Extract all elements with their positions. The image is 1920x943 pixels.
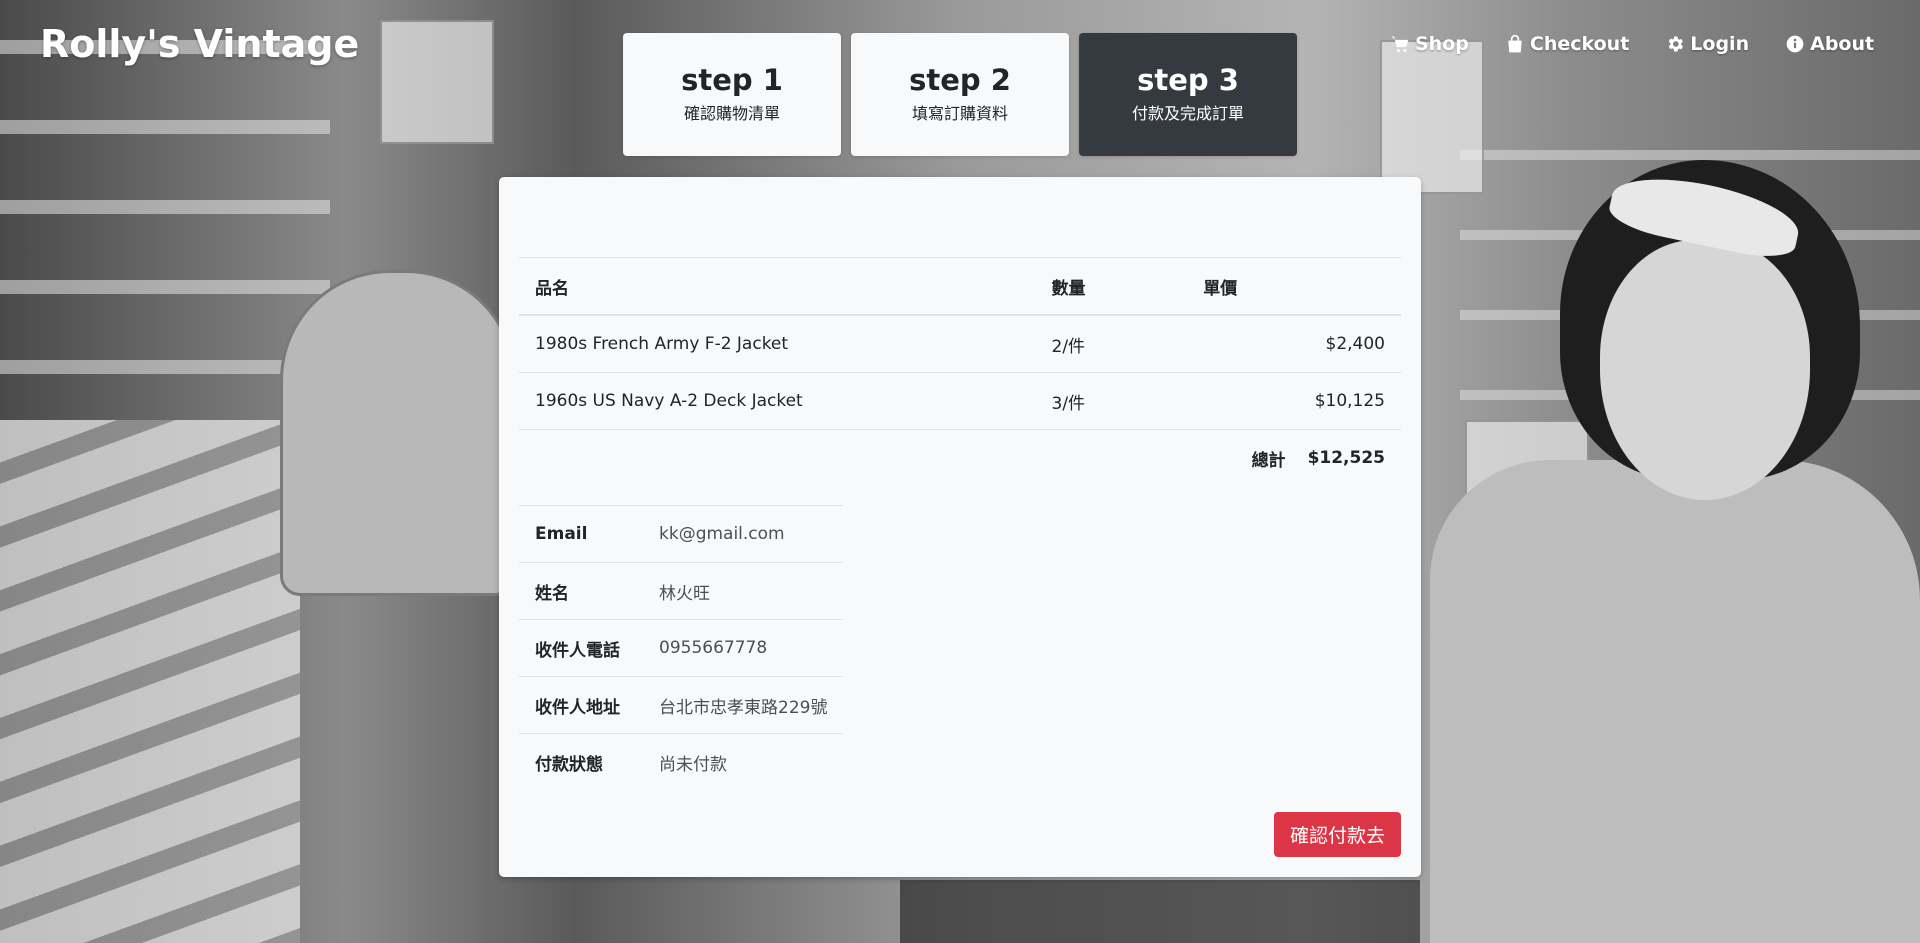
item-qty: 3/件	[1035, 372, 1188, 430]
step-title: step 1	[681, 62, 783, 97]
info-row-address: 收件人地址 台北市忠孝東路229號	[519, 676, 844, 734]
nav-about-label: About	[1810, 33, 1875, 55]
step-title: step 2	[909, 62, 1011, 97]
nav-checkout-label: Checkout	[1529, 33, 1630, 55]
step-subtitle: 付款及完成訂單	[1131, 104, 1244, 124]
nav-about[interactable]: About	[1785, 33, 1874, 55]
item-unit-blank	[1187, 372, 1292, 430]
info-value: 尚未付款	[643, 733, 844, 790]
item-price: $2,400	[1291, 314, 1401, 373]
nav-login-label: Login	[1690, 33, 1750, 55]
header-name: 品名	[519, 257, 1036, 316]
info-label: 付款狀態	[519, 733, 643, 790]
bag-icon	[1508, 34, 1522, 53]
total-label: 總計	[1035, 429, 1292, 486]
step-subtitle: 確認購物清單	[683, 104, 780, 124]
header-blank	[1291, 257, 1401, 316]
total-amount: $12,525	[1291, 429, 1401, 486]
info-icon	[1786, 35, 1804, 53]
nav-login[interactable]: Login	[1665, 33, 1749, 55]
info-value: 台北市忠孝東路229號	[643, 676, 844, 734]
table-header-row: 品名 數量 單價	[519, 257, 1401, 316]
step-3-active: step 3 付款及完成訂單	[1079, 33, 1297, 156]
checkout-steps: step 1 確認購物清單 step 2 填寫訂購資料 step 3 付款及完成…	[623, 33, 1297, 156]
item-unit-blank	[1187, 314, 1292, 373]
brand-logo[interactable]: Rolly's Vintage	[40, 22, 359, 66]
nav-shop[interactable]: Shop	[1390, 33, 1469, 55]
info-label: 收件人電話	[519, 619, 643, 677]
info-label: 收件人地址	[519, 676, 643, 734]
info-row-payment-status: 付款狀態 尚未付款	[519, 733, 844, 790]
confirm-payment-button[interactable]: 確認付款去	[1273, 812, 1401, 857]
table-row: 1980s French Army F-2 Jacket 2/件 $2,400	[519, 314, 1401, 373]
step-2: step 2 填寫訂購資料	[851, 33, 1069, 156]
total-row: 總計 $12,525	[519, 429, 1401, 486]
nav-checkout[interactable]: Checkout	[1505, 33, 1629, 55]
info-label: 姓名	[519, 562, 643, 620]
info-row-name: 姓名 林火旺	[519, 562, 844, 620]
item-name: 1980s French Army F-2 Jacket	[519, 314, 1036, 373]
step-1: step 1 確認購物清單	[623, 33, 841, 156]
header-unit-price: 單價	[1187, 257, 1292, 316]
info-row-phone: 收件人電話 0955667778	[519, 619, 844, 677]
step-subtitle: 填寫訂購資料	[911, 104, 1008, 124]
info-row-email: Email kk@gmail.com	[519, 505, 844, 563]
order-summary-card: 品名 數量 單價 1980s French Army F-2 Jacket 2/…	[499, 177, 1421, 877]
info-value: 0955667778	[643, 619, 844, 677]
table-row: 1960s US Navy A-2 Deck Jacket 3/件 $10,12…	[519, 372, 1401, 430]
item-price: $10,125	[1291, 372, 1401, 430]
header-qty: 數量	[1035, 257, 1188, 316]
info-label: Email	[519, 505, 643, 563]
nav-shop-label: Shop	[1415, 33, 1469, 55]
order-items-table: 品名 數量 單價 1980s French Army F-2 Jacket 2/…	[519, 257, 1401, 486]
info-value: kk@gmail.com	[643, 505, 844, 563]
customer-info-table: Email kk@gmail.com 姓名 林火旺 收件人電話 09556677…	[519, 505, 844, 790]
cart-icon	[1391, 36, 1409, 53]
top-nav: Shop Checkout Login About	[1390, 33, 1910, 55]
total-spacer	[519, 429, 1036, 486]
item-name: 1960s US Navy A-2 Deck Jacket	[519, 372, 1036, 430]
info-value: 林火旺	[643, 562, 844, 620]
gear-icon	[1668, 36, 1684, 52]
step-title: step 3	[1137, 62, 1239, 97]
item-qty: 2/件	[1035, 314, 1188, 373]
